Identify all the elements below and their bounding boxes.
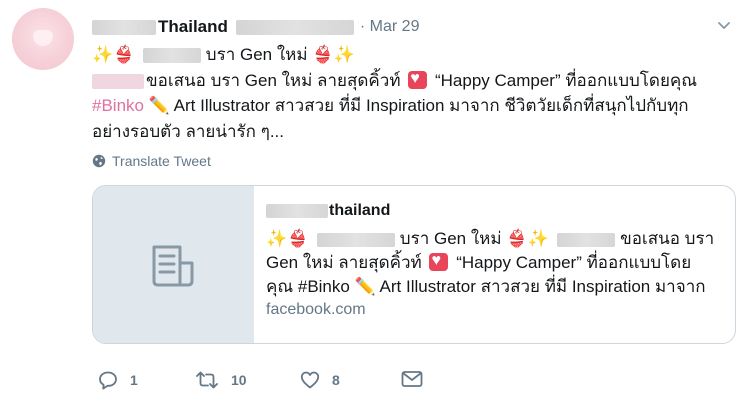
bikini-icon: 👙 <box>287 229 309 248</box>
card-description: ✨👙 บรา Gen ใหม่ 👙✨ ขอเสนอ บรา Gen ใหม่ ล… <box>266 227 726 299</box>
redacted-handle <box>235 19 354 35</box>
sparkles-icon: ✨ <box>92 45 114 64</box>
card-title[interactable]: thailand <box>266 200 726 221</box>
card-title-text[interactable]: thailand <box>329 202 390 220</box>
text-segment: Gen ใหม่ ลายสุดคิ้วท์ <box>266 253 427 272</box>
hashtag-link[interactable]: #Binko <box>92 96 144 115</box>
message-icon <box>401 371 423 387</box>
globe-icon <box>92 154 106 168</box>
redacted-text <box>143 48 202 64</box>
tweet-header: Thailand · Mar 29 <box>92 17 419 37</box>
heart-icon <box>408 70 428 89</box>
reply-button[interactable]: 1 <box>98 370 138 390</box>
avatar[interactable] <box>12 8 74 70</box>
sparkles-icon: ✨ <box>333 45 355 64</box>
text-segment: อย่างรอบตัว ลายน่ารัก ๆ... <box>92 121 284 141</box>
text-segment: ขอเสนอ บรา Gen ใหม่ ลายสุดคิ้วท์ <box>146 70 406 90</box>
reply-icon <box>99 371 117 390</box>
redacted-text <box>266 203 328 218</box>
bikini-icon: 👙 <box>506 229 528 248</box>
retweet-button[interactable]: 10 <box>195 370 247 390</box>
like-icon <box>300 371 320 389</box>
redacted-text <box>92 73 144 89</box>
reply-count: 1 <box>130 372 138 388</box>
redacted-text <box>317 232 396 247</box>
text-segment: คุณ #Binko <box>266 277 355 296</box>
link-card[interactable]: thailand ✨👙 บรา Gen ใหม่ 👙✨ ขอเสนอ บรา G… <box>92 185 736 344</box>
bikini-icon: 👙 <box>113 45 135 64</box>
document-icon <box>152 245 194 287</box>
chevron-down-icon[interactable] <box>718 22 730 30</box>
text-segment: บรา Gen ใหม่ <box>395 229 507 248</box>
tweet-actions: 1 10 8 <box>92 370 432 394</box>
text-segment: ขอเสนอ บรา <box>615 229 715 248</box>
sparkles-icon: ✨ <box>527 229 549 248</box>
like-button[interactable]: 8 <box>300 370 340 390</box>
translate-tweet[interactable]: Translate Tweet <box>92 153 211 169</box>
card-domain: facebook.com <box>266 301 366 318</box>
tweet[interactable]: Thailand · Mar 29 ✨👙 บรา Gen ใหม่ 👙✨ ขอเ… <box>0 0 750 405</box>
redacted-text <box>557 232 616 247</box>
text-segment: Art Illustrator สาวสวย ที่มี Inspiration… <box>169 96 689 115</box>
retweet-icon <box>196 371 218 389</box>
text-segment: “Happy Camper” ที่ออกแบบโดย <box>451 253 692 272</box>
retweet-count: 10 <box>231 372 247 388</box>
text-segment: บรา Gen ใหม่ <box>201 45 313 64</box>
tweet-text: ✨👙 บรา Gen ใหม่ 👙✨ ขอเสนอ บรา Gen ใหม่ ล… <box>92 42 742 144</box>
bikini-icon: 👙 <box>312 45 334 64</box>
message-button[interactable] <box>401 370 435 388</box>
pencil-icon: ✏️ <box>148 96 170 115</box>
author-name[interactable]: Thailand <box>158 17 228 37</box>
like-count: 8 <box>332 372 340 388</box>
tweet-timestamp[interactable]: · Mar 29 <box>360 18 420 36</box>
heart-icon <box>429 252 449 271</box>
translate-label[interactable]: Translate Tweet <box>112 153 211 169</box>
pencil-icon: ✏️ <box>354 277 376 296</box>
text-segment: “Happy Camper” ที่ออกแบบโดยคุณ <box>430 70 698 90</box>
sparkles-icon: ✨ <box>266 229 288 248</box>
text-segment: Art Illustrator สาวสวย ที่มี Inspiration… <box>375 277 706 296</box>
redacted-name <box>92 19 156 35</box>
card-thumbnail <box>93 186 254 343</box>
